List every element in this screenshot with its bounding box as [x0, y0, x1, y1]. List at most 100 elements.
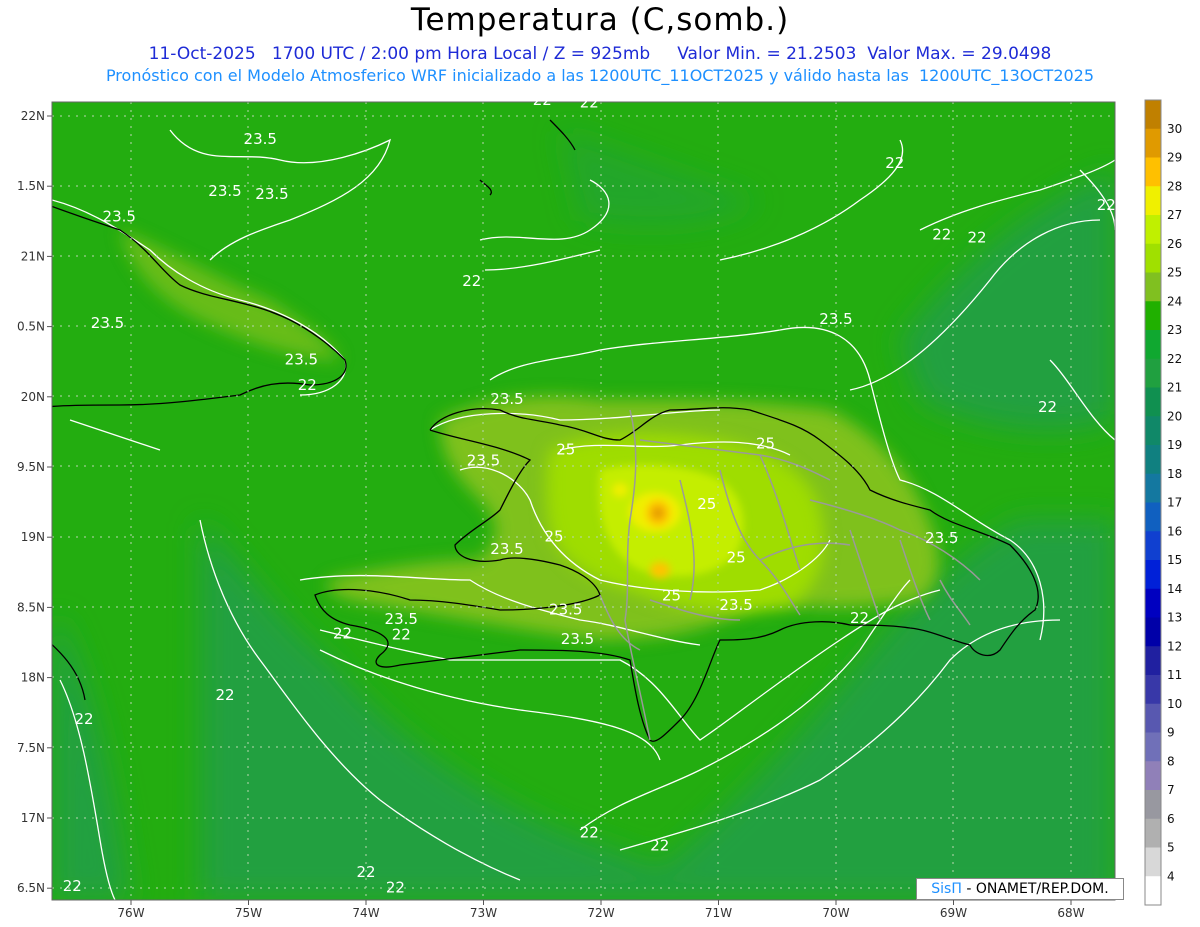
- colorbar-label: 13: [1167, 611, 1182, 625]
- sis-logo-text: SisΠ: [931, 881, 962, 897]
- colorbar-swatch: [1145, 675, 1161, 705]
- lat-tick-label: 1.5N: [17, 179, 45, 193]
- colorbar-swatch: [1145, 330, 1161, 360]
- colorbar-label: 30: [1167, 122, 1182, 136]
- contour-label: 22: [580, 94, 599, 112]
- contour-label: 22: [386, 878, 405, 896]
- lon-tick-label: 74W: [352, 906, 379, 920]
- lon-tick-label: 71W: [705, 906, 732, 920]
- temperature-field: [52, 102, 1115, 900]
- colorbar-label: 6: [1167, 812, 1175, 826]
- contour-label: 22: [298, 376, 317, 394]
- contour-label: 22: [74, 710, 93, 728]
- colorbar-swatch: [1145, 272, 1161, 302]
- contour-label: 22: [356, 863, 375, 881]
- lon-tick-label: 70W: [822, 906, 849, 920]
- onamet-credit: - ONAMET/REP.DOM.: [961, 881, 1109, 897]
- colorbar-label: 23: [1167, 323, 1182, 337]
- colorbar-label: 16: [1167, 524, 1182, 538]
- colorbar-label: 15: [1167, 553, 1182, 567]
- colorbar-swatch: [1145, 157, 1161, 187]
- contour-label: 23.5: [819, 310, 852, 328]
- contour-label: 23.5: [244, 130, 277, 148]
- contour-label: 22: [932, 226, 951, 244]
- contour-label: 23.5: [719, 596, 752, 614]
- contour-label: 23.5: [561, 630, 594, 648]
- temperature-map: 23.5 23.5 23.5 23.5 23.5 23.5 22 22 22 22 23.5 22 22…: [17, 91, 1182, 920]
- colorbar-swatch: [1145, 703, 1161, 733]
- lat-tick-label: 20N: [21, 390, 45, 404]
- colorbar-swatch: [1145, 358, 1161, 388]
- colorbar-label: 22: [1167, 352, 1182, 366]
- colorbar-swatch: [1145, 847, 1161, 877]
- contour-label: 22: [1097, 196, 1116, 214]
- colorbar-swatch: [1145, 732, 1161, 762]
- contour-label: 23.5: [467, 452, 500, 470]
- colorbar-swatch: [1145, 473, 1161, 503]
- lat-tick-label: 22N: [21, 109, 45, 123]
- colorbar-swatch: [1145, 215, 1161, 245]
- credit-box: SisΠ - ONAMET/REP.DOM.: [916, 878, 1124, 900]
- lon-tick-label: 73W: [470, 906, 497, 920]
- contour-label: 22: [462, 272, 481, 290]
- colorbar-swatch: [1145, 128, 1161, 158]
- contour-label: 25: [544, 527, 563, 545]
- contour-label: 23.5: [549, 600, 582, 618]
- colorbar-swatch: [1145, 617, 1161, 647]
- colorbar-swatch: [1145, 588, 1161, 618]
- colorbar-swatch: [1145, 416, 1161, 446]
- colorbar-label: 21: [1167, 381, 1182, 395]
- colorbar-swatch: [1145, 100, 1161, 130]
- contour-label: 22: [215, 686, 234, 704]
- colorbar: 30 29 28 27 26 25 24 23 22 21 20 19 18 17 16 15 14 13 12 11…: [1144, 99, 1182, 906]
- lon-tick-label: 72W: [587, 906, 614, 920]
- colorbar-swatch: [1145, 560, 1161, 590]
- contour-label: 25: [556, 440, 575, 458]
- colorbar-swatch: [1145, 502, 1161, 532]
- lat-tick-label: 19N: [21, 530, 45, 544]
- contour-label: 22: [580, 824, 599, 842]
- lat-tick-label: 6.5N: [17, 881, 45, 895]
- colorbar-swatch: [1145, 243, 1161, 273]
- colorbar-swatch: [1145, 186, 1161, 216]
- colorbar-swatch: [1145, 761, 1161, 791]
- colorbar-label: 5: [1167, 841, 1175, 855]
- colorbar-label: 7: [1167, 783, 1175, 797]
- colorbar-swatch: [1145, 531, 1161, 561]
- lat-tick-label: 8.5N: [17, 600, 45, 614]
- contour-label: 23.5: [103, 207, 136, 225]
- colorbar-label: 14: [1167, 582, 1182, 596]
- colorbar-label: 8: [1167, 754, 1175, 768]
- lat-tick-label: 17N: [21, 811, 45, 825]
- colorbar-swatch: [1145, 445, 1161, 475]
- lon-tick-label: 76W: [117, 906, 144, 920]
- lon-tick-label: 75W: [235, 906, 262, 920]
- contour-label: 22: [392, 626, 411, 644]
- contour-label: 25: [727, 548, 746, 566]
- colorbar-label: 18: [1167, 467, 1182, 481]
- lat-tick-label: 21N: [21, 249, 45, 263]
- colorbar-label: 4: [1167, 869, 1175, 883]
- lat-tick-label: 9.5N: [17, 460, 45, 474]
- contour-label: 22: [967, 228, 986, 246]
- contour-label: 22: [650, 836, 669, 854]
- colorbar-label: 17: [1167, 496, 1182, 510]
- colorbar-swatch: [1145, 876, 1161, 906]
- lon-tick-label: 69W: [940, 906, 967, 920]
- colorbar-label: 27: [1167, 208, 1182, 222]
- colorbar-swatch: [1145, 790, 1161, 820]
- contour-label: 23.5: [490, 390, 523, 408]
- colorbar-label: 29: [1167, 151, 1182, 165]
- contour-label: 25: [697, 495, 716, 513]
- colorbar-swatch: [1145, 387, 1161, 417]
- colorbar-label: 26: [1167, 237, 1182, 251]
- contour-label: 25: [662, 586, 681, 604]
- lat-tick-label: 18N: [21, 671, 45, 685]
- colorbar-label: 20: [1167, 409, 1182, 423]
- contour-label: 23.5: [925, 529, 958, 547]
- colorbar-label: 10: [1167, 697, 1182, 711]
- colorbar-label: 25: [1167, 266, 1182, 280]
- colorbar-label: 12: [1167, 639, 1182, 653]
- contour-label: 23.5: [91, 314, 124, 332]
- contour-label: 22: [63, 877, 82, 895]
